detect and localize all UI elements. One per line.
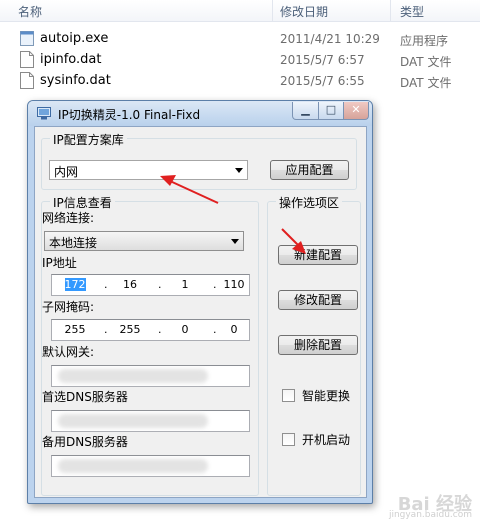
scheme-group: IP配置方案库 内网 应用配置 — [41, 131, 357, 190]
ip-dot: . — [158, 278, 162, 291]
ip-octet-1[interactable]: 172 — [60, 278, 90, 291]
column-header-date[interactable]: 修改日期 — [280, 3, 328, 20]
column-separator[interactable] — [272, 0, 273, 22]
ip-octet-3[interactable]: 1 — [170, 278, 200, 291]
ip-address-label: IP地址 — [42, 256, 77, 270]
delete-config-button[interactable]: 删除配置 — [278, 335, 358, 355]
mask-octet-1[interactable]: 255 — [60, 323, 90, 336]
ip-switcher-window: IP切换精灵-1.0 Final-Fixd ▁ □ ✕ IP配置方案库 内网 应… — [27, 100, 373, 504]
file-name: ipinfo.dat — [40, 52, 102, 67]
watermark-site: jingyan.baidu.com — [388, 510, 472, 520]
mask-octet-2[interactable]: 255 — [115, 323, 145, 336]
dat-file-icon — [20, 51, 34, 68]
file-row[interactable]: autoip.exe 2011/4/21 10:29 应用程序 — [0, 28, 480, 49]
ip-octet-4[interactable]: 110 — [219, 278, 249, 291]
mask-octet-3[interactable]: 0 — [170, 323, 200, 336]
dns-secondary-label: 备用DNS服务器 — [42, 435, 128, 449]
ip-dot: . — [104, 278, 108, 291]
file-name: autoip.exe — [40, 31, 109, 46]
smart-switch-label[interactable]: 智能更换 — [302, 387, 350, 404]
connection-select-value: 本地连接 — [49, 236, 98, 250]
dns-primary-field[interactable] — [51, 410, 250, 432]
ip-dot: . — [213, 323, 217, 336]
file-date: 2015/5/7 6:55 — [280, 74, 365, 88]
chevron-down-icon — [231, 239, 239, 244]
ip-address-field[interactable]: 172 . 16 . 1 . 110 — [51, 274, 250, 296]
startup-label[interactable]: 开机启动 — [302, 431, 350, 448]
redacted-value — [58, 414, 208, 428]
gateway-label: 默认网关: — [42, 345, 95, 359]
column-header-name[interactable]: 名称 — [18, 3, 42, 20]
dat-file-icon — [20, 72, 34, 89]
redacted-value — [58, 459, 208, 473]
gateway-field[interactable] — [51, 365, 250, 387]
subnet-mask-label: 子网掩码: — [42, 300, 95, 314]
minimize-icon: ▁ — [301, 103, 310, 116]
dns-secondary-field[interactable] — [51, 455, 250, 477]
ip-dot: . — [104, 323, 108, 336]
file-type: DAT 文件 — [400, 76, 452, 90]
subnet-mask-field[interactable]: 255 . 255 . 0 . 0 — [51, 319, 250, 341]
file-name: sysinfo.dat — [40, 73, 111, 88]
new-config-button[interactable]: 新建配置 — [278, 245, 358, 265]
connection-label: 网络连接: — [42, 211, 95, 225]
startup-checkbox[interactable] — [282, 433, 295, 446]
minimize-button[interactable]: ▁ — [292, 102, 319, 120]
modify-config-button[interactable]: 修改配置 — [278, 290, 358, 310]
maximize-button[interactable]: □ — [318, 102, 344, 120]
redacted-value — [58, 369, 208, 383]
scheme-select[interactable]: 内网 — [49, 160, 248, 180]
baidu-watermark: Bai 经验 jingyan.baidu.com — [389, 490, 472, 520]
column-header-bar: 名称 修改日期 类型 — [0, 0, 480, 22]
ip-octet-2[interactable]: 16 — [115, 278, 145, 291]
column-separator[interactable] — [390, 0, 391, 22]
title-bar[interactable]: IP切换精灵-1.0 Final-Fixd ▁ □ ✕ — [28, 101, 372, 126]
mask-octet-4[interactable]: 0 — [219, 323, 249, 336]
maximize-icon: □ — [325, 103, 337, 116]
ip-octet-1-value: 172 — [64, 278, 86, 291]
ip-dot: . — [213, 278, 217, 291]
close-button[interactable]: ✕ — [343, 102, 369, 120]
smart-switch-checkbox[interactable] — [282, 389, 295, 402]
connection-select[interactable]: 本地连接 — [44, 231, 244, 251]
dns-primary-label: 首选DNS服务器 — [42, 390, 128, 404]
file-date: 2011/4/21 10:29 — [280, 32, 380, 46]
ip-dot: . — [158, 323, 162, 336]
file-row[interactable]: ipinfo.dat 2015/5/7 6:57 DAT 文件 — [0, 49, 480, 70]
column-header-type[interactable]: 类型 — [400, 3, 424, 20]
window-title: IP切换精灵-1.0 Final-Fixd — [58, 108, 201, 122]
scheme-select-value: 内网 — [54, 165, 79, 179]
app-icon — [37, 107, 51, 120]
operations-group: 操作选项区 新建配置 修改配置 删除配置 智能更换 开机启动 — [267, 194, 361, 496]
close-icon: ✕ — [351, 103, 361, 116]
apply-config-button[interactable]: 应用配置 — [270, 160, 349, 180]
exe-file-icon — [20, 31, 34, 46]
file-type: 应用程序 — [400, 34, 449, 48]
operations-group-label: 操作选项区 — [276, 194, 343, 211]
window-client-area: IP配置方案库 内网 应用配置 IP信息查看 网络连接: 本地连接 IP地址 1… — [34, 126, 367, 498]
scheme-group-label: IP配置方案库 — [50, 131, 127, 148]
file-date: 2015/5/7 6:57 — [280, 53, 365, 67]
chevron-down-icon — [235, 168, 243, 173]
file-row[interactable]: sysinfo.dat 2015/5/7 6:55 DAT 文件 — [0, 70, 480, 91]
file-type: DAT 文件 — [400, 55, 452, 69]
